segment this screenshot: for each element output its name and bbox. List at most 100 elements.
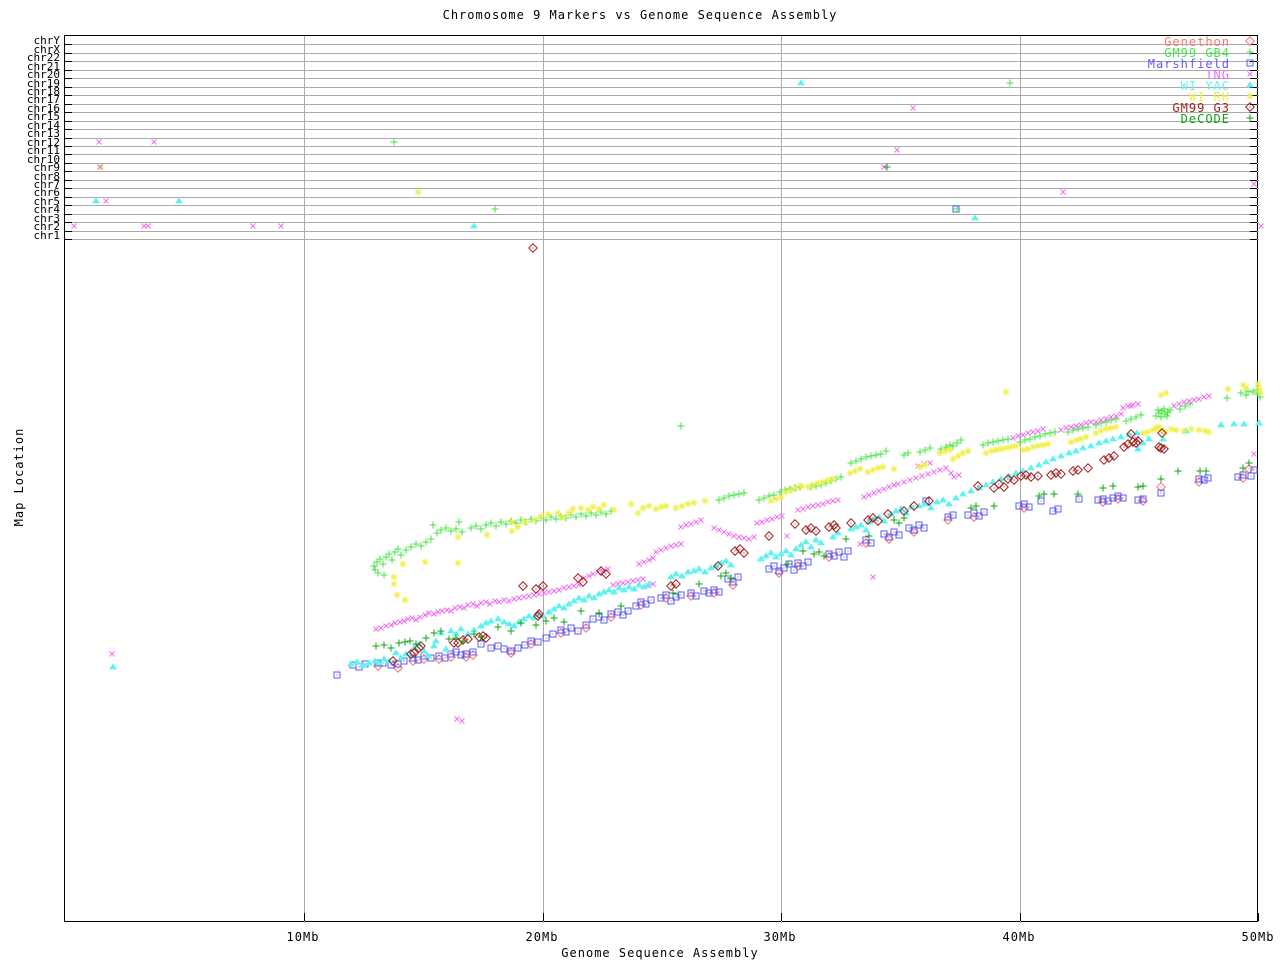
marker-wi-yac bbox=[834, 529, 842, 535]
star-ray-plus bbox=[947, 447, 954, 454]
marker-wi-yac bbox=[862, 526, 870, 532]
left-axis-tick bbox=[65, 121, 72, 122]
marker-marshfield bbox=[550, 631, 557, 638]
star-ray-x bbox=[420, 557, 430, 567]
marker-gm99-gb4 bbox=[389, 557, 396, 564]
marker-tng bbox=[919, 459, 929, 469]
marker-wi-yac bbox=[500, 618, 508, 624]
band-gridline bbox=[65, 129, 1259, 130]
marker-wi-yac bbox=[175, 197, 183, 203]
star-ray-plus bbox=[658, 504, 665, 511]
marker-tng bbox=[411, 615, 421, 625]
marker-wi-yac bbox=[1027, 464, 1035, 470]
marker-wi-rh bbox=[1035, 443, 1042, 450]
right-axis-tick bbox=[1250, 231, 1257, 232]
star-ray-x bbox=[1148, 425, 1158, 435]
marker-wi-yac bbox=[678, 572, 686, 578]
marker-tng bbox=[929, 467, 939, 477]
marker-tng bbox=[868, 572, 878, 582]
marker-tng bbox=[623, 577, 633, 587]
legend-row-marshfield: Marshfield bbox=[1080, 58, 1264, 69]
marker-wi-yac bbox=[1102, 437, 1110, 443]
marker-tng bbox=[1199, 392, 1209, 402]
marker-gm99-gb4 bbox=[1238, 390, 1245, 397]
marker-wi-rh bbox=[1181, 428, 1188, 435]
star-ray-x bbox=[878, 462, 888, 472]
marker-wi-rh bbox=[400, 561, 407, 568]
marker-gm99-g3 bbox=[1051, 468, 1061, 478]
marker-tng bbox=[899, 477, 909, 487]
marker-wi-rh bbox=[1247, 93, 1254, 100]
marker-tng bbox=[1118, 403, 1128, 413]
marker-tng bbox=[437, 606, 447, 616]
marker-marshfield bbox=[950, 512, 957, 519]
marker-wi-yac bbox=[892, 507, 900, 513]
star-ray-plus bbox=[891, 466, 898, 473]
marker-tng bbox=[390, 618, 400, 628]
star-ray-plus bbox=[810, 482, 817, 489]
left-axis-tick bbox=[65, 53, 72, 54]
marker-gm99-g3 bbox=[909, 501, 919, 511]
marker-wi-yac bbox=[1125, 431, 1133, 437]
star-ray-plus bbox=[857, 466, 864, 473]
legend-marker-x-icon bbox=[1230, 69, 1264, 80]
marker-tng bbox=[666, 541, 676, 551]
marker-genethon bbox=[943, 515, 953, 525]
star-ray-plus bbox=[635, 510, 642, 517]
marker-wi-rh bbox=[1078, 436, 1085, 443]
marker-gm99-g3 bbox=[1156, 443, 1166, 453]
star-ray-x bbox=[626, 499, 636, 509]
star-ray-x bbox=[609, 505, 619, 515]
marker-gm99-g3 bbox=[478, 631, 488, 641]
marker-wi-yac bbox=[767, 549, 775, 555]
marker-gm99-gb4 bbox=[868, 453, 875, 460]
marker-gm99-gb4 bbox=[1128, 416, 1135, 423]
marker-tng bbox=[686, 519, 696, 529]
marker-wi-yac bbox=[802, 538, 810, 544]
star-ray-x bbox=[1001, 387, 1011, 397]
band-gridline bbox=[65, 163, 1259, 164]
star-ray-plus bbox=[1255, 381, 1262, 388]
star-ray-x bbox=[536, 511, 546, 521]
marker-gm99-gb4 bbox=[593, 512, 600, 519]
marker-tng bbox=[504, 596, 514, 606]
marker-wi-rh bbox=[702, 498, 709, 505]
marker-wi-rh bbox=[515, 524, 522, 531]
marker-tng bbox=[949, 472, 959, 482]
marker-wi-yac bbox=[857, 521, 865, 527]
marker-gm99-gb4 bbox=[756, 497, 763, 504]
marker-wi-yac bbox=[865, 518, 873, 524]
chart-page: Chromosome 9 Markers vs Genome Sequence … bbox=[0, 0, 1280, 960]
marker-gm99-gb4 bbox=[958, 437, 965, 444]
star-ray-plus bbox=[545, 511, 552, 518]
marker-marshfield bbox=[1205, 475, 1212, 482]
right-axis-tick bbox=[1250, 129, 1257, 130]
x-axis-tick bbox=[1258, 913, 1259, 921]
marker-wi-rh bbox=[531, 517, 538, 524]
marker-tng bbox=[656, 545, 666, 555]
marker-genethon bbox=[468, 650, 478, 660]
star-ray-x bbox=[915, 462, 925, 472]
marker-marshfield bbox=[596, 614, 603, 621]
star-ray-x bbox=[958, 448, 968, 458]
right-axis-tick bbox=[1250, 222, 1257, 223]
marker-tng bbox=[549, 586, 559, 596]
marker-gm99-gb4 bbox=[493, 523, 500, 530]
marker-tng bbox=[1184, 396, 1194, 406]
band-gridline bbox=[65, 239, 1259, 240]
marker-gm99-gb4 bbox=[1037, 433, 1044, 440]
marker-gm99-gb4 bbox=[1165, 409, 1172, 416]
marker-wi-rh bbox=[1008, 444, 1015, 451]
marker-wi-yac bbox=[690, 567, 698, 573]
marker-gm99-gb4 bbox=[808, 484, 815, 491]
marker-wi-yac bbox=[847, 525, 855, 531]
marker-wi-yac bbox=[1217, 421, 1225, 427]
marker-gm99-g3 bbox=[868, 513, 878, 523]
star-ray-x bbox=[507, 517, 517, 527]
marker-wi-yac bbox=[952, 494, 960, 500]
marker-gm99-gb4 bbox=[473, 523, 480, 530]
left-axis-tick bbox=[65, 239, 72, 240]
marker-gm99-gb4 bbox=[395, 546, 402, 553]
star-ray-x bbox=[818, 477, 828, 487]
marker-wi-yac bbox=[787, 551, 795, 557]
